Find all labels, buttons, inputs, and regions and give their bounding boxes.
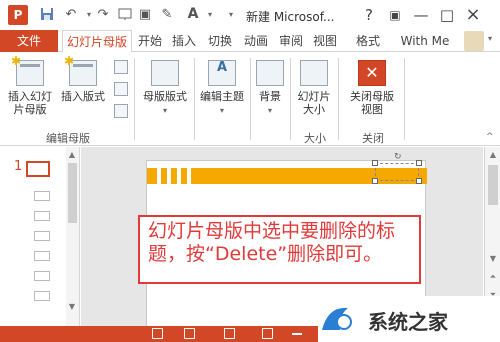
background-button[interactable]: 背景 ▾ xyxy=(254,60,286,117)
font-color-dropdown-icon[interactable]: ▾ xyxy=(201,6,219,22)
normal-view-icon[interactable] xyxy=(152,328,163,339)
ribbon-tab-bar: 文件 幻灯片母版 开始 插入 切换 动画 审阅 视图 格式 With Me ▾ xyxy=(0,30,500,53)
tab-home[interactable]: 开始 xyxy=(136,30,164,52)
ribbon-separator xyxy=(194,58,195,140)
scroll-down-icon[interactable]: ▼ xyxy=(66,301,78,313)
master-layout-label: 母版版式 xyxy=(143,90,187,103)
watermark-logo xyxy=(318,302,362,334)
slideshow-icon[interactable] xyxy=(262,328,273,339)
ribbon-separator xyxy=(134,58,135,140)
title-bar: P ↶ ▾ ↷ ▣ ✎ A ▾ ▾ 新建 Microsof... ? ▣ — □… xyxy=(0,0,500,30)
master-layout-button[interactable]: 母版版式 ▾ xyxy=(138,60,192,117)
slide-sorter-icon[interactable] xyxy=(184,328,195,339)
background-label: 背景 xyxy=(259,90,281,103)
undo-icon[interactable]: ↶ xyxy=(62,6,80,22)
edit-theme-dropdown-icon: ▾ xyxy=(219,106,224,115)
insert-slide-master-button[interactable]: ✱ 插入幻灯片母版 xyxy=(8,55,52,117)
delete-slide-icon[interactable] xyxy=(114,60,128,74)
thumbnail-slide-number: 1 xyxy=(14,159,23,174)
reading-view-icon[interactable] xyxy=(224,328,235,339)
layout-thumbnail[interactable] xyxy=(34,271,50,281)
close-master-view-icon: ✕ xyxy=(358,60,386,86)
minimize-button[interactable]: — xyxy=(410,4,432,26)
background-icon xyxy=(256,60,284,86)
layout-thumbnail[interactable] xyxy=(34,291,50,301)
slideshow-from-start-icon[interactable] xyxy=(116,6,134,22)
master-layout-dropdown-icon: ▾ xyxy=(162,106,167,115)
instruction-callout: 幻灯片母版中选中要删除的标题，按“Delete”删除即可。 xyxy=(138,215,421,284)
layout-thumbnail[interactable] xyxy=(34,211,50,221)
tab-transitions[interactable]: 切换 xyxy=(204,30,236,52)
insert-slide-master-icon: ✱ xyxy=(11,55,44,86)
ribbon-separator xyxy=(290,58,291,140)
group-label-close: 关闭 xyxy=(362,132,384,145)
restore-button[interactable]: □ xyxy=(436,4,458,26)
ribbon-display-options-button[interactable]: ▣ xyxy=(384,4,406,26)
help-button[interactable]: ? xyxy=(358,4,380,26)
slide-thumbnail-pane: 1 ▲ ▼ xyxy=(0,147,80,327)
insert-slide-master-label: 插入幻灯片母版 xyxy=(8,90,52,116)
watermark: 系统之家 xyxy=(318,296,500,342)
user-account-name[interactable]: With Me xyxy=(394,30,456,52)
edit-theme-icon: A xyxy=(208,60,236,86)
scroll-thumb[interactable] xyxy=(488,165,498,205)
layout-thumbnail[interactable] xyxy=(34,191,50,201)
edit-theme-label: 编辑主题 xyxy=(200,90,244,103)
format-painter-icon[interactable]: ✎ xyxy=(158,6,176,22)
insert-layout-icon: ✱ xyxy=(64,55,97,86)
tab-file[interactable]: 文件 xyxy=(0,30,58,52)
close-master-view-label: 关闭母版视图 xyxy=(350,90,394,116)
scroll-thumb[interactable] xyxy=(68,163,77,223)
tab-insert[interactable]: 插入 xyxy=(168,30,200,52)
thumbnail-scrollbar[interactable]: ▲ ▼ xyxy=(66,147,79,327)
watermark-text: 系统之家 xyxy=(368,310,448,334)
tab-animations[interactable]: 动画 xyxy=(240,30,272,52)
customize-qat-icon[interactable]: ▾ xyxy=(222,6,240,22)
previous-slide-icon[interactable]: ⏶ xyxy=(487,271,499,283)
preserve-icon[interactable] xyxy=(114,104,128,118)
font-color-icon[interactable]: A xyxy=(184,6,202,22)
tab-review[interactable]: 审阅 xyxy=(276,30,306,52)
ribbon-separator xyxy=(338,58,339,140)
master-thumbnail[interactable] xyxy=(26,161,50,177)
redo-icon[interactable]: ↷ xyxy=(94,6,112,22)
rotate-handle-icon[interactable]: ↻ xyxy=(394,152,402,162)
ribbon-separator xyxy=(250,58,251,140)
powerpoint-logo: P xyxy=(8,5,28,25)
zoom-out-icon[interactable] xyxy=(292,333,302,335)
close-master-view-button[interactable]: ✕ 关闭母版视图 xyxy=(344,60,400,116)
collapse-ribbon-icon[interactable]: ^ xyxy=(486,132,494,142)
scroll-down-icon[interactable]: ▼ xyxy=(487,253,499,265)
layout-thumbnail[interactable] xyxy=(34,231,50,241)
insert-layout-label: 插入版式 xyxy=(61,90,105,103)
qat-item-icon[interactable]: ▣ xyxy=(136,6,154,22)
group-label-size: 大小 xyxy=(304,132,326,145)
tab-format[interactable]: 格式 xyxy=(352,30,384,52)
insert-layout-button[interactable]: ✱ 插入版式 xyxy=(58,55,108,104)
tab-slide-master[interactable]: 幻灯片母版 xyxy=(62,30,132,53)
scroll-up-icon[interactable]: ▲ xyxy=(66,149,78,161)
scroll-up-icon[interactable]: ▲ xyxy=(487,149,499,161)
close-window-button[interactable]: × xyxy=(462,4,484,26)
window-title: 新建 Microsof... xyxy=(246,10,335,24)
slide-size-icon xyxy=(300,60,328,86)
group-label-edit-master: 编辑母版 xyxy=(46,132,90,145)
edit-theme-button[interactable]: A 编辑主题 ▾ xyxy=(196,60,248,117)
tab-view[interactable]: 视图 xyxy=(310,30,340,52)
ribbon-slide-master: ✱ 插入幻灯片母版 ✱ 插入版式 编辑母版 母版版式 ▾ A 编辑主题 ▾ 背景 ▾ … xyxy=(0,52,500,146)
slide-size-label: 幻灯片大小 xyxy=(297,90,331,116)
selected-title-placeholder[interactable]: ↻ xyxy=(372,152,422,184)
save-icon[interactable] xyxy=(38,6,56,22)
slide-size-button[interactable]: 幻灯片大小 xyxy=(296,60,332,116)
rename-icon[interactable] xyxy=(114,82,128,96)
master-layout-icon xyxy=(151,60,179,86)
user-menu-chevron-icon[interactable]: ▾ xyxy=(488,34,492,43)
background-dropdown-icon: ▾ xyxy=(267,106,272,115)
layout-thumbnail[interactable] xyxy=(34,251,50,261)
ribbon-separator xyxy=(404,58,405,140)
user-avatar[interactable] xyxy=(464,31,484,51)
